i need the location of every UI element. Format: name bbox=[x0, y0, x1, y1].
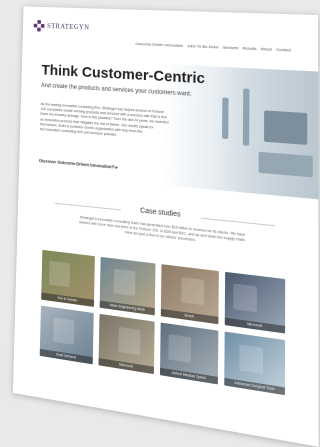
case-study-tile[interactable]: Microsoft bbox=[98, 313, 155, 375]
case-study-caption: Abbott Medical Optics bbox=[159, 367, 218, 385]
case-study-tile[interactable]: Abbott Medical Optics bbox=[159, 322, 219, 385]
logo-mark-icon bbox=[33, 20, 45, 32]
case-study-tile[interactable]: Kraft Grimaud bbox=[39, 305, 94, 365]
brand-name: STRATEGYN bbox=[47, 22, 90, 32]
case-study-caption: Kim & Hardee bbox=[41, 292, 95, 307]
case-study-photo bbox=[181, 277, 205, 306]
case-study-photo bbox=[168, 334, 192, 363]
case-study-photo bbox=[53, 317, 75, 345]
nav-item-results[interactable]: Results bbox=[243, 45, 257, 51]
case-study-photo bbox=[118, 326, 141, 356]
nav-item-about[interactable]: About bbox=[261, 46, 272, 52]
website-page: STRATEGYN Outcome-Driven Innovation Jobs… bbox=[12, 6, 319, 447]
case-study-tile[interactable]: Value Engineering Work bbox=[99, 256, 156, 316]
case-study-caption: Microsoft bbox=[224, 317, 286, 334]
site-logo[interactable]: STRATEGYN bbox=[33, 20, 90, 33]
case-study-caption: Advanced Surgical Tools bbox=[224, 377, 285, 396]
case-study-caption: Bosch bbox=[160, 308, 219, 325]
case-study-tile[interactable]: Bosch bbox=[160, 264, 219, 325]
case-study-tile[interactable]: Kim & Hardee bbox=[41, 249, 95, 307]
case-study-tile[interactable]: Microsoft bbox=[224, 271, 286, 334]
nav-item-services[interactable]: Services bbox=[223, 45, 239, 51]
case-study-photo bbox=[48, 260, 71, 288]
case-study-photo bbox=[113, 268, 136, 297]
case-studies-section: Case studies Strategyn's innovation cons… bbox=[13, 193, 319, 444]
hero-section: Think Customer-Centric And create the pr… bbox=[19, 42, 319, 214]
case-study-caption: Kraft Grimaud bbox=[39, 348, 93, 365]
screenshot-stage: STRATEGYN Outcome-Driven Innovation Jobs… bbox=[0, 0, 320, 447]
case-study-grid: Kim & Hardee Value Engineering Work Bosch M… bbox=[39, 249, 294, 397]
case-study-photo bbox=[233, 283, 257, 313]
case-study-photo bbox=[239, 344, 264, 375]
discover-odi-link[interactable]: Discover Outcome-Driven Innovation® ▸ bbox=[39, 158, 118, 171]
case-study-tile[interactable]: Advanced Surgical Tools bbox=[224, 331, 286, 396]
nav-item-contact[interactable]: Contact bbox=[276, 47, 291, 53]
case-study-caption: Value Engineering Work bbox=[99, 300, 155, 316]
case-study-caption: Microsoft bbox=[98, 358, 154, 375]
